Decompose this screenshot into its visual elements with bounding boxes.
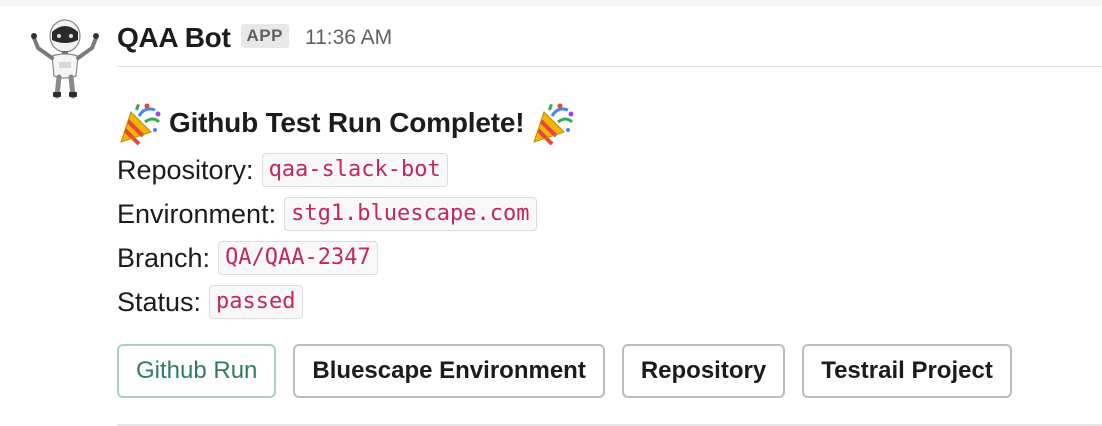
field-value-code: passed: [209, 285, 303, 319]
message-timestamp[interactable]: 11:36 AM: [305, 26, 392, 50]
field-value-code: stg1.bluescape.com: [284, 197, 537, 231]
field-status: Status: passed: [117, 280, 576, 324]
repository-button[interactable]: Repository: [621, 344, 786, 398]
field-label: Repository:: [117, 154, 254, 185]
message-header: QAA Bot APP 11:36 AM: [117, 18, 392, 58]
party-popper-icon: [533, 103, 574, 146]
field-value-code: qaa-slack-bot: [261, 153, 448, 187]
app-badge: APP: [240, 24, 289, 48]
bot-name[interactable]: QAA Bot: [117, 22, 231, 54]
robot-avatar-icon[interactable]: [22, 14, 108, 100]
field-value-code: QA/QAA-2347: [218, 241, 378, 275]
testrail-project-button[interactable]: Testrail Project: [802, 344, 1012, 398]
top-divider: [0, 0, 1102, 6]
field-label: Branch:: [117, 242, 211, 273]
field-environment: Environment: stg1.bluescape.com: [117, 192, 576, 236]
github-run-button[interactable]: Github Run: [117, 344, 277, 398]
message-body: Github Test Run Complete! Repository: qa…: [117, 98, 576, 324]
action-buttons: Github Run Bluescape Environment Reposit…: [117, 344, 1012, 398]
header-divider: [117, 66, 1102, 67]
party-popper-icon: [120, 103, 161, 146]
field-branch: Branch: QA/QAA-2347: [117, 236, 576, 280]
slack-message-page: QAA Bot APP 11:36 AM Github Test Run Com…: [0, 0, 1102, 426]
field-label: Status:: [117, 286, 202, 317]
bluescape-environment-button[interactable]: Bluescape Environment: [293, 344, 605, 398]
field-repository: Repository: qaa-slack-bot: [117, 148, 576, 192]
field-label: Environment:: [117, 198, 277, 229]
message-title-text: Github Test Run Complete!: [169, 107, 525, 138]
message-title: Github Test Run Complete!: [117, 98, 576, 148]
